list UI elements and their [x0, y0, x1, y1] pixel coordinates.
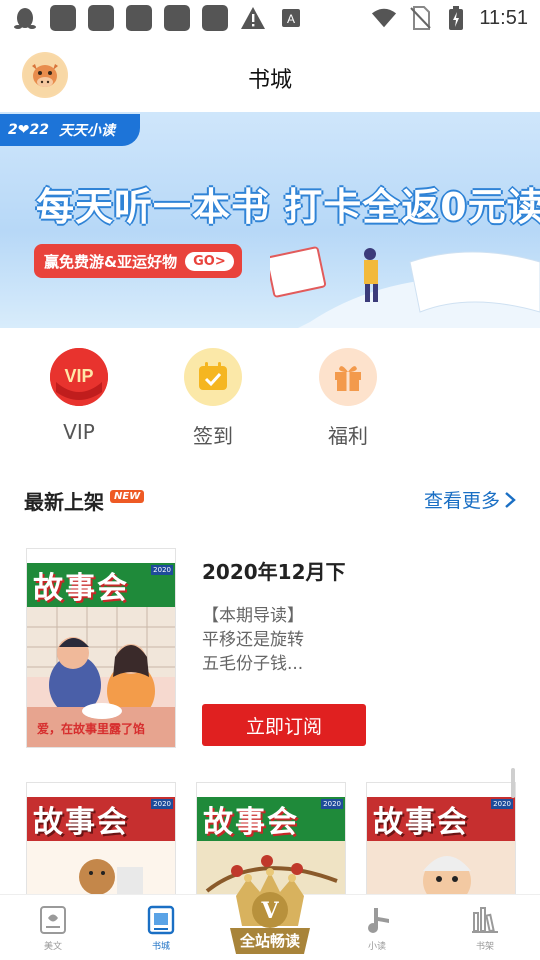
chevron-right-icon [505, 491, 516, 508]
cover-top-strip [367, 783, 515, 797]
svg-text:V: V [260, 898, 279, 924]
book-description: 【本期导读】 平移还是旋转 五毛份子钱... [202, 604, 304, 676]
cover-year: 2020 [491, 799, 513, 809]
cover-top-strip [197, 783, 345, 797]
banner-headline: 每天听一本书 打卡全返0元读 [36, 185, 540, 229]
nav-label: 书城 [151, 942, 170, 952]
all-access-label: 全站畅读 [239, 932, 300, 950]
status-bar: A 11:51 [0, 0, 540, 36]
wifi-icon [371, 5, 397, 31]
featured-book-cover[interactable]: 故事会 2020 24 爱，在故事里露了馅 [26, 548, 176, 748]
bookshelf-icon [470, 905, 500, 935]
banner-tag-year: 2❤22 [8, 122, 49, 138]
cover-masthead: 故事会 2020 23 [27, 797, 175, 863]
app-icon [164, 5, 190, 31]
cover-masthead: 故事会 2020 21 [367, 797, 515, 863]
shortcut-welfare[interactable]: 福利 [303, 348, 393, 449]
nav-item-bookstore[interactable]: 书城 [126, 905, 196, 952]
app-icon [88, 5, 114, 31]
shortcut-label: 福利 [328, 424, 368, 448]
page-title: 书城 [247, 68, 292, 93]
section-title: 最新上架 [24, 490, 104, 514]
top-header: 书城 [0, 40, 540, 112]
app-icon [50, 5, 76, 31]
warning-icon [240, 5, 266, 31]
cover-top-strip [27, 549, 175, 563]
status-bar-right: 11:51 [371, 5, 528, 31]
nav-label: 美文 [43, 942, 62, 952]
no-sim-icon [407, 5, 433, 31]
shortcut-label: VIP [63, 420, 95, 444]
music-note-icon [362, 905, 392, 935]
cover-masthead-text: 故事会 [203, 805, 299, 840]
status-bar-left: A [12, 5, 304, 31]
qq-penguin-icon [12, 5, 38, 31]
battery-charging-icon [443, 5, 469, 31]
banner-go-button[interactable]: GO> [185, 251, 234, 271]
book-desc-line: 【本期导读】 [202, 606, 304, 626]
book-desc-line: 五毛份子钱... [202, 654, 304, 674]
banner-cta[interactable]: 赢免费游&亚运好物 GO> [34, 244, 242, 278]
banner-cta-text: 赢免费游&亚运好物 [44, 252, 178, 271]
book-title: 2020年12月下 [202, 560, 346, 584]
promo-banner[interactable]: 2❤22 天天小读 每天听一本书 打卡全返0元读 赢免费游&亚运好物 GO> [0, 112, 540, 328]
svg-text:A: A [287, 12, 295, 26]
featured-book: 故事会 2020 24 爱，在故事里露了馅 [0, 548, 540, 752]
article-icon [38, 905, 68, 935]
cover-caption: 爱，在故事里露了馅 [37, 722, 146, 736]
book-desc-line: 平移还是旋转 [202, 630, 304, 650]
nav-item-listen[interactable]: 小读 [342, 905, 412, 952]
shortcut-row: VIP VIP 签到 福利 [0, 348, 540, 448]
svg-text:VIP: VIP [64, 366, 93, 386]
shortcut-label: 签到 [193, 424, 233, 448]
new-badge: NEW [110, 490, 145, 503]
view-more-label: 查看更多 [423, 490, 500, 512]
cover-illustration: 爱，在故事里露了馅 [27, 607, 175, 747]
nav-label: 书架 [475, 942, 494, 952]
cover-masthead: 故事会 2020 22 [197, 797, 345, 863]
nav-item-articles[interactable]: 美文 [18, 905, 88, 952]
scrollbar[interactable] [511, 768, 515, 798]
book-cover[interactable]: 故事会 2020 23 [26, 782, 176, 902]
banner-illustration [270, 246, 540, 328]
cover-masthead: 故事会 2020 24 [27, 563, 175, 629]
view-more-link[interactable]: 查看更多 [424, 486, 516, 513]
shortcut-vip[interactable]: VIP VIP [34, 348, 124, 444]
nav-label: 小读 [367, 942, 386, 952]
gift-icon [319, 348, 377, 406]
cover-top-strip [27, 783, 175, 797]
app-icon [202, 5, 228, 31]
banner-tag: 2❤22 天天小读 [0, 114, 140, 146]
book-cover[interactable]: 故事会 2020 21 [366, 782, 516, 902]
subscribe-button[interactable]: 立即订阅 [202, 704, 366, 746]
cover-illustration [367, 841, 515, 901]
cover-year: 2020 [151, 799, 173, 809]
cover-masthead-text: 故事会 [33, 805, 129, 840]
cover-illustration [27, 841, 175, 901]
shortcut-checkin[interactable]: 签到 [168, 348, 258, 449]
new-arrivals-header: 最新上架 NEW 查看更多 [0, 486, 540, 516]
bookstore-icon [146, 905, 176, 935]
cover-masthead-text: 故事会 [33, 571, 129, 606]
all-access-button[interactable]: V 全站畅读 [224, 866, 316, 960]
status-time: 11:51 [479, 6, 528, 29]
vip-icon: VIP [50, 348, 108, 406]
nav-item-bookshelf[interactable]: 书架 [450, 905, 520, 952]
cover-year: 2020 [151, 565, 173, 575]
calendar-check-icon [184, 348, 242, 406]
cover-masthead-text: 故事会 [373, 805, 469, 840]
a-icon: A [278, 5, 304, 31]
banner-tag-text: 天天小读 [58, 123, 115, 139]
cover-year: 2020 [321, 799, 343, 809]
app-icon [126, 5, 152, 31]
